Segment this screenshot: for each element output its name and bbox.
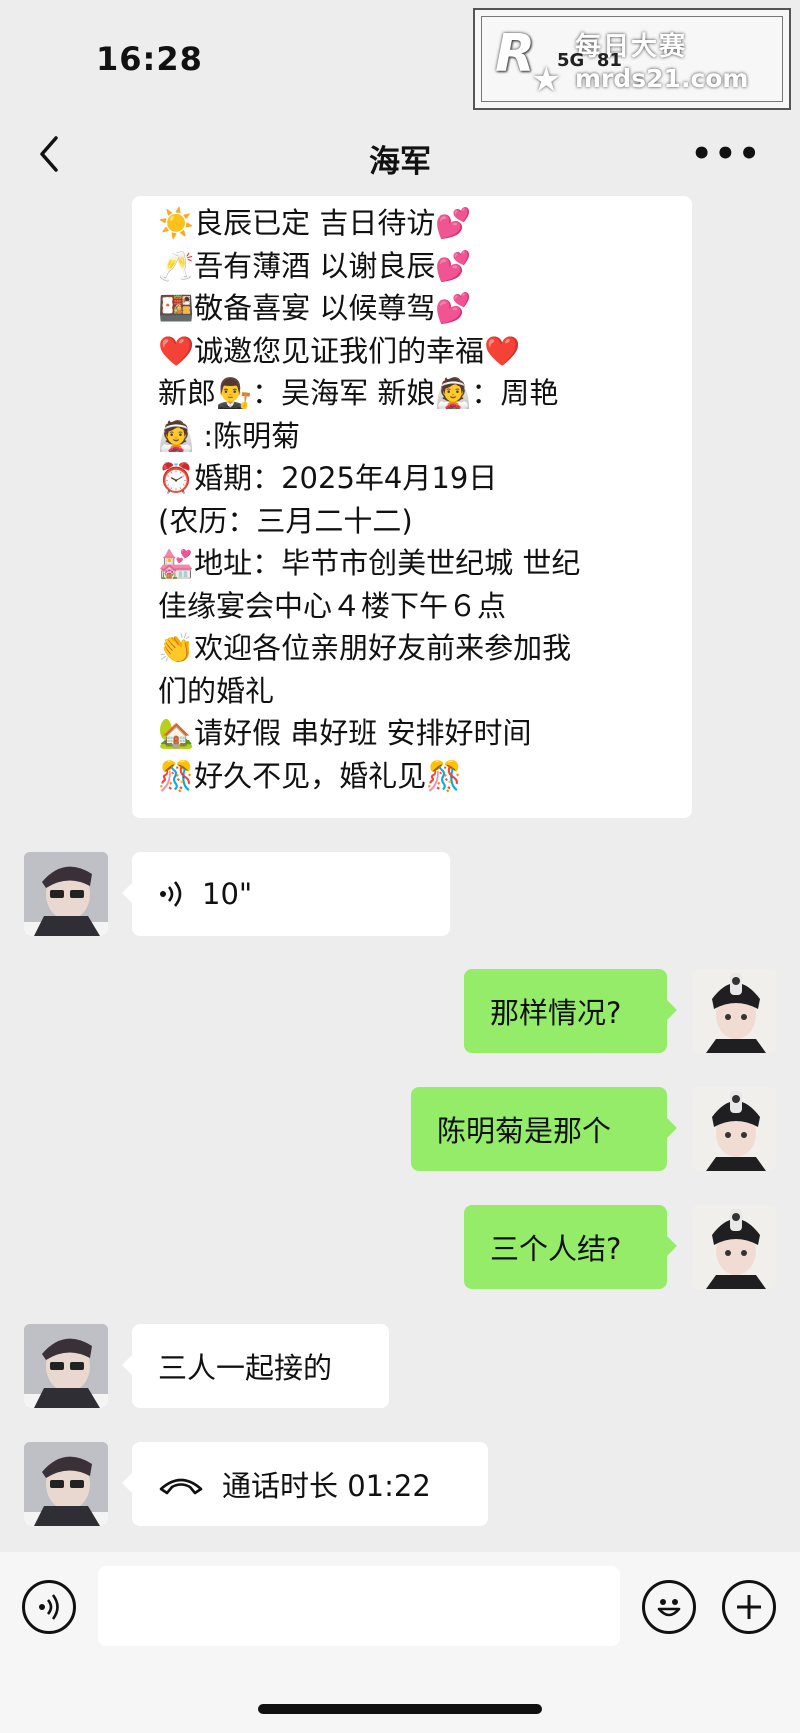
invitation-line: 👰 :陈明菊 (158, 415, 674, 458)
invitation-line-text: 良辰已定 吉日待访 (194, 206, 436, 240)
invitation-line: ❤️诚邀您见证我们的幸福❤️ (158, 330, 674, 373)
message-text: 那样情况? (490, 996, 622, 1030)
invitation-line: 🎊好久不见，婚礼见🎊 (158, 755, 674, 798)
status-bar: 16:28 R ★ 每日大赛 5G 81 mrds21.com (0, 0, 800, 110)
invitation-line-text: 地址：毕节市创美世纪城 世纪 (194, 546, 581, 580)
voice-duration: 10" (202, 877, 253, 911)
chat-title: 海军 (369, 144, 431, 180)
bride-icon: 👰 (158, 418, 195, 453)
invitation-line-text: 们的婚礼 (158, 673, 275, 708)
invitation-line-text: 诚邀您见证我们的幸福 (194, 333, 485, 368)
my-avatar[interactable] (692, 1087, 776, 1171)
invitation-line: (农历：三月二十二) (158, 500, 674, 543)
my-avatar[interactable] (692, 1205, 776, 1289)
avatar[interactable] (24, 852, 108, 936)
avatar-image (24, 1324, 108, 1408)
invitation-line: 🏡请好假 串好班 安排好时间 (158, 712, 674, 755)
watermark: R ★ 每日大赛 5G 81 mrds21.com (473, 8, 791, 110)
status-time: 16:28 (96, 40, 203, 78)
my-avatar-image (692, 1205, 776, 1289)
my-avatar-image (692, 1087, 776, 1171)
avatar[interactable] (24, 1324, 108, 1408)
phone-hangup-icon (158, 1473, 204, 1495)
emoji-button[interactable] (642, 1580, 696, 1634)
voice-message[interactable]: 10" (122, 852, 450, 936)
watermark-url: mrds21.com (575, 64, 749, 93)
voice-icon (39, 1594, 59, 1620)
invitation-line: 👏欢迎各位亲朋好友前来参加我 (158, 627, 674, 670)
message-text: 三人一起接的 (158, 1351, 333, 1385)
house-icon: 🏡 (158, 716, 195, 750)
invitation-line-text: :陈明菊 (194, 418, 301, 453)
smiley-icon (657, 1599, 681, 1617)
invitation-line-text: 佳缘宴会中心４楼下午６点 (158, 588, 507, 623)
invitation-line-text: 新郎👨‍⚖️：吴海军 新娘👰：周艳 (158, 376, 559, 410)
more-actions-button[interactable] (722, 1580, 776, 1634)
avatar-image (24, 852, 108, 936)
invitation-line: 新郎👨‍⚖️：吴海军 新娘👰：周艳 (158, 372, 674, 415)
invitation-line-text: 婚期：2025年4月19日 (194, 461, 498, 495)
sent-message[interactable]: 陈明菊是那个 (411, 1087, 677, 1171)
confetti-icon: 🎊 (158, 758, 195, 793)
voice-input-button[interactable] (22, 1580, 76, 1634)
call-duration: 通话时长 01:22 (222, 1469, 431, 1503)
message-text: 陈明菊是那个 (437, 1114, 612, 1148)
more-button[interactable]: ••• (691, 134, 762, 174)
avatar-image (24, 1442, 108, 1526)
nav-bar: 海军 ••• (0, 110, 800, 200)
invitation-line-text: 敬备喜宴 以候尊驾 (194, 291, 436, 325)
my-avatar-image (692, 969, 776, 1053)
emoji-icon: 💕 (435, 291, 472, 325)
wedding-chapel-icon: 💒 (158, 546, 195, 580)
invitation-line-text: 好久不见，婚礼见 (194, 758, 427, 793)
watermark-logo: R (495, 24, 536, 84)
champagne-icon: 🥂 (158, 248, 195, 283)
invitation-text: ☀️良辰已定 吉日待访💕 🥂吾有薄酒 以谢良辰💕 🍱敬备喜宴 以候尊驾💕 ❤️诚邀您见… (158, 202, 674, 797)
message-input[interactable] (98, 1566, 620, 1646)
call-record-message[interactable]: 通话时长 01:22 (122, 1442, 488, 1526)
invitation-line-text: (农历：三月二十二) (158, 503, 413, 538)
message-text: 三个人结? (490, 1232, 622, 1266)
sun-icon: ☀️ (158, 206, 195, 240)
more-icon: ••• (690, 134, 762, 174)
heart-icon: ❤️ (158, 333, 195, 368)
invitation-line: 们的婚礼 (158, 670, 674, 713)
invitation-line: 🥂吾有薄酒 以谢良辰💕 (158, 245, 674, 288)
emoji-icon: 💕 (435, 206, 472, 240)
voice-wave-icon (158, 880, 184, 908)
invitation-line: 佳缘宴会中心４楼下午６点 (158, 585, 674, 628)
invitation-line: 💒地址：毕节市创美世纪城 世纪 (158, 542, 674, 585)
home-indicator (258, 1704, 542, 1714)
alarm-clock-icon: ⏰ (158, 461, 195, 495)
invitation-line-text: 请好假 串好班 安排好时间 (194, 716, 532, 750)
my-avatar[interactable] (692, 969, 776, 1053)
avatar[interactable] (24, 1442, 108, 1526)
clapping-hands-icon: 👏 (158, 631, 195, 665)
invitation-line-text: 欢迎各位亲朋好友前来参加我 (194, 631, 572, 665)
invitation-line-text: 吾有薄酒 以谢良辰 (194, 248, 436, 283)
emoji-icon: ❤️ (484, 333, 521, 368)
input-bar (0, 1552, 800, 1733)
invitation-line: 🍱敬备喜宴 以候尊驾💕 (158, 287, 674, 330)
emoji-icon: 🎊 (426, 758, 463, 793)
invitation-line: ⏰婚期：2025年4月19日 (158, 457, 674, 500)
received-message[interactable]: 三人一起接的 (122, 1324, 389, 1408)
emoji-icon: 💕 (435, 248, 472, 283)
plus-icon (737, 1595, 761, 1619)
invitation-message[interactable]: ☀️良辰已定 吉日待访💕 🥂吾有薄酒 以谢良辰💕 🍱敬备喜宴 以候尊驾💕 ❤️诚邀您见… (132, 196, 692, 818)
sent-message[interactable]: 三个人结? (464, 1205, 677, 1289)
bento-icon: 🍱 (158, 291, 195, 325)
invitation-line: ☀️良辰已定 吉日待访💕 (158, 202, 674, 245)
sent-message[interactable]: 那样情况? (464, 969, 677, 1053)
